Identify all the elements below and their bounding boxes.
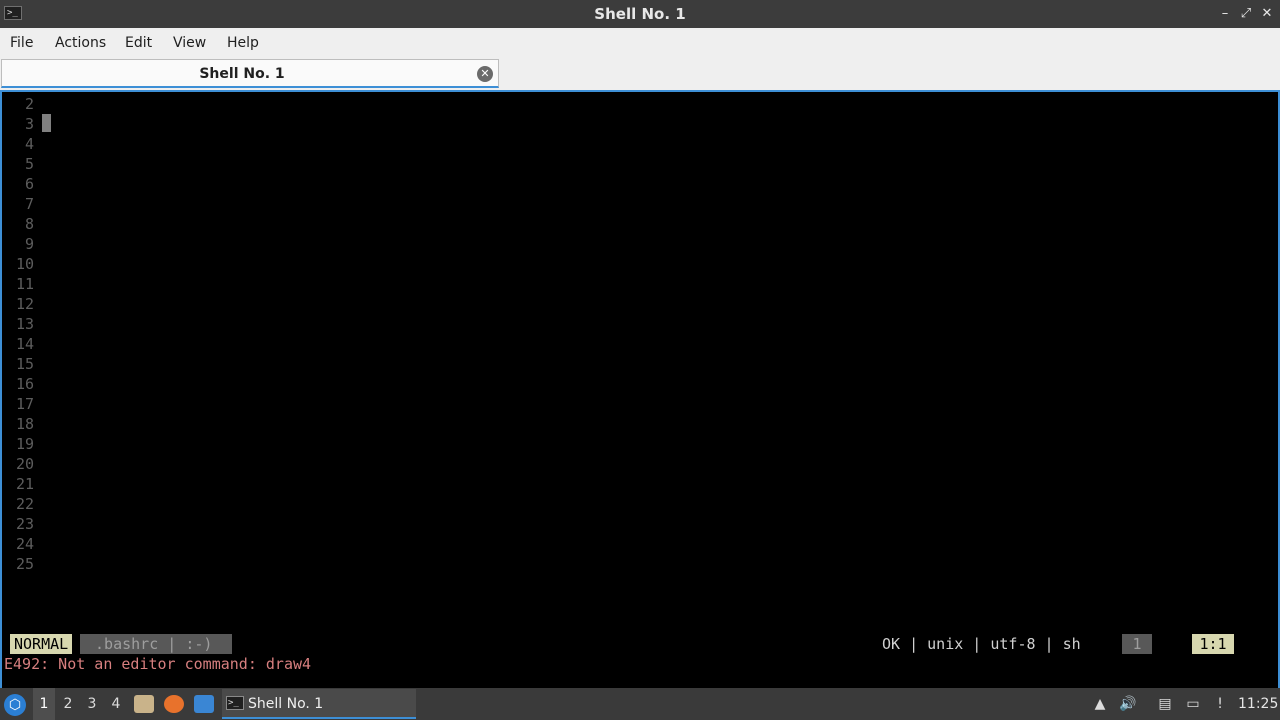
tab-label: Shell No. 1 [199, 66, 285, 82]
line-number: 11 [15, 275, 34, 293]
line-number: 15 [15, 355, 34, 373]
window-title: Shell No. 1 [594, 5, 686, 23]
line-number: 13 [15, 315, 34, 333]
taskbar-task-shell[interactable]: >_ Shell No. 1 [222, 689, 416, 719]
line-number: 25 [15, 555, 34, 573]
text-cursor [42, 114, 51, 132]
file-info-segment: OK | unix | utf-8 | sh [882, 635, 1081, 653]
task-label: Shell No. 1 [248, 696, 324, 712]
maximize-button[interactable]: ⤢ [1237, 5, 1255, 23]
desktop-icon[interactable] [194, 695, 214, 713]
menubar: File Actions Edit View Help [0, 28, 1280, 58]
file-manager-icon[interactable] [134, 695, 154, 713]
minimize-button[interactable]: – [1216, 5, 1234, 23]
taskbar: ⬡ 1 2 3 4 >_ Shell No. 1 ▲ 🔊 ▤ ▭ ! 11:25 [0, 688, 1280, 720]
close-tab-icon[interactable]: ✕ [477, 66, 493, 82]
line-number: 17 [15, 395, 34, 413]
tab-shell-1[interactable]: Shell No. 1 ✕ [1, 59, 499, 88]
firefox-icon[interactable] [164, 695, 184, 713]
line-number: 2 [24, 95, 34, 113]
line-number: 10 [15, 255, 34, 273]
line-number: 7 [24, 195, 34, 213]
line-number: 9 [24, 235, 34, 253]
workspace-1[interactable]: 1 [33, 688, 55, 720]
line-number: 12 [15, 295, 34, 313]
clipboard-icon[interactable]: ▤ [1155, 694, 1175, 714]
line-number: 22 [15, 495, 34, 513]
close-window-button[interactable]: ✕ [1258, 5, 1276, 23]
line-number: 21 [15, 475, 34, 493]
mode-indicator: NORMAL [10, 634, 73, 654]
menu-help[interactable]: Help [227, 28, 259, 58]
filename-segment: .bashrc | :-) [80, 634, 232, 654]
line-number: 14 [15, 335, 34, 353]
workspace-2[interactable]: 2 [57, 688, 79, 720]
line-number: 18 [15, 415, 34, 433]
tab-bar: Shell No. 1 ✕ [0, 58, 1280, 90]
command-error-message: E492: Not an editor command: draw4 [4, 655, 312, 673]
line-number: 4 [24, 135, 34, 153]
cursor-position-segment: 1:1 [1192, 634, 1234, 654]
menu-file[interactable]: File [10, 28, 33, 58]
start-menu-icon[interactable]: ⬡ [4, 694, 26, 716]
menu-edit[interactable]: Edit [125, 28, 152, 58]
network-icon[interactable]: ▲ [1090, 694, 1110, 714]
display-icon[interactable]: ▭ [1183, 694, 1203, 714]
line-number: 24 [15, 535, 34, 553]
workspace-3[interactable]: 3 [81, 688, 103, 720]
menu-view[interactable]: View [173, 28, 206, 58]
line-number: 3 [24, 115, 34, 133]
line-number: 6 [24, 175, 34, 193]
clock: 11:25 [1238, 696, 1279, 712]
line-number: 20 [15, 455, 34, 473]
window-titlebar: >_ Shell No. 1 – ⤢ ✕ [0, 0, 1280, 28]
line-number: 8 [24, 215, 34, 233]
line-number-gutter: 2 3 4 5 6 7 8 9 10 11 12 13 14 15 16 17 18 19 20 21 22 23 24 25 [2, 94, 34, 574]
percent-segment: 1 [1122, 634, 1152, 654]
volume-icon[interactable]: 🔊 [1118, 694, 1138, 714]
line-number: 16 [15, 375, 34, 393]
vim-statusline: NORMAL .bashrc | :-) OK | unix | utf-8 |… [2, 634, 1278, 654]
terminal-task-icon: >_ [226, 696, 244, 710]
line-number: 19 [15, 435, 34, 453]
line-number: 23 [15, 515, 34, 533]
workspace-4[interactable]: 4 [105, 688, 127, 720]
line-number: 5 [24, 155, 34, 173]
update-icon[interactable]: ! [1210, 694, 1230, 714]
terminal-area[interactable]: 2 3 4 5 6 7 8 9 10 11 12 13 14 15 16 17 18 19 20 21 22 23 24 25… [0, 90, 1280, 688]
menu-actions[interactable]: Actions [55, 28, 106, 58]
